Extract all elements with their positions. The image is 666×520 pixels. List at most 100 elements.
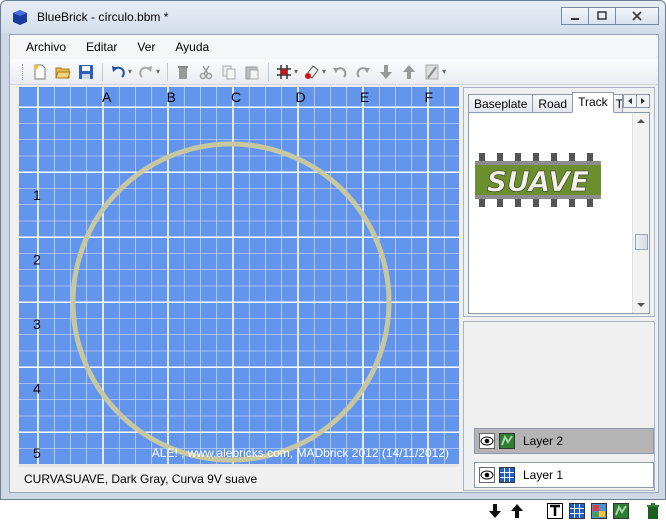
menu-archivo[interactable]: Archivo	[26, 40, 66, 54]
minimize-button[interactable]	[561, 7, 589, 25]
snap-grid-dropdown[interactable]: ▾	[294, 67, 298, 76]
new-button[interactable]	[31, 63, 49, 81]
map-canvas[interactable]: A B C D E F 1 2 3 4 5 ALE! , www.alebricks.com, M…	[19, 87, 459, 464]
bluebrick-app-icon	[13, 10, 27, 25]
client-area: Archivo Editar Ver Ayuda ▾ ▾ ▾ ▾ ▾ A B C…	[9, 34, 659, 519]
save-button[interactable]	[77, 63, 95, 81]
column-label-e: E	[360, 89, 369, 105]
snap-grid-button[interactable]	[275, 63, 293, 81]
paint-dropdown[interactable]: ▾	[322, 67, 326, 76]
toolbar-grip[interactable]	[22, 63, 25, 80]
rotate-left-icon	[333, 66, 347, 78]
triangle-left-icon	[628, 98, 632, 104]
menu-ver[interactable]: Ver	[137, 40, 155, 54]
status-text: CURVASUAVE, Dark Gray, Curva 9V suave	[24, 472, 258, 486]
add-area-layer-button[interactable]	[612, 502, 630, 520]
snap-grid-icon	[277, 64, 292, 79]
delete-icon	[178, 65, 189, 79]
send-back-button[interactable]	[377, 63, 395, 81]
map-view[interactable]: A B C D E F 1 2 3 4 5 ALE! , www.alebricks.com, M…	[19, 87, 459, 464]
cut-button[interactable]	[197, 63, 215, 81]
scroll-thumb[interactable]	[635, 234, 648, 250]
copy-button[interactable]	[220, 63, 238, 81]
eye-icon[interactable]	[479, 433, 495, 449]
cut-icon	[199, 65, 213, 79]
bring-front-button[interactable]	[400, 63, 418, 81]
triangle-up-icon	[637, 119, 645, 123]
redo-dropdown[interactable]: ▾	[156, 67, 160, 76]
minimize-icon	[571, 18, 579, 20]
paint-icon	[305, 64, 319, 79]
arrow-down-icon	[489, 504, 501, 518]
open-folder-icon	[55, 67, 71, 78]
add-text-layer-button[interactable]	[546, 502, 564, 520]
copy-icon	[222, 65, 236, 79]
undo-icon	[112, 65, 125, 78]
title-bar[interactable]: BlueBrick - círculo.bbm *	[1, 1, 665, 33]
arrow-up-icon	[511, 504, 523, 518]
send-back-icon	[380, 64, 393, 79]
tab-scroll-left[interactable]	[623, 94, 637, 108]
add-brick-layer-button[interactable]	[590, 502, 608, 520]
paste-button[interactable]	[243, 63, 261, 81]
layer-name: Layer 1	[523, 468, 564, 482]
rotate-right-button[interactable]	[354, 63, 372, 81]
redo-button[interactable]	[137, 63, 155, 81]
layer-row-2[interactable]: Layer 2	[474, 428, 654, 454]
column-label-a: A	[102, 89, 112, 105]
window-title: BlueBrick - círculo.bbm *	[37, 10, 169, 24]
grid-layer-icon	[499, 467, 515, 483]
layer-row-1[interactable]: Layer 1	[474, 462, 654, 488]
menu-editar[interactable]: Editar	[86, 40, 117, 54]
paste-icon	[245, 66, 259, 79]
maximize-button[interactable]	[588, 7, 616, 25]
menu-bar: Archivo Editar Ver Ayuda	[10, 35, 658, 59]
ruler-button[interactable]	[423, 63, 441, 81]
layer-move-up-button[interactable]	[508, 502, 526, 520]
toolbar-separator	[167, 62, 169, 81]
tab-truncated[interactable]: T	[612, 94, 623, 112]
row-label-2: 2	[33, 252, 41, 268]
undo-dropdown[interactable]: ▾	[128, 67, 132, 76]
maximize-icon	[597, 11, 607, 20]
bring-front-icon	[403, 64, 416, 79]
layer-name: Layer 2	[523, 434, 564, 448]
open-button[interactable]	[54, 63, 72, 81]
trash-icon	[647, 503, 659, 519]
column-label-f: F	[425, 89, 434, 105]
ruler-dropdown[interactable]: ▾	[442, 67, 446, 76]
new-file-icon	[33, 64, 46, 79]
rotate-left-button[interactable]	[331, 63, 349, 81]
delete-button[interactable]	[174, 63, 192, 81]
delete-layer-button[interactable]	[644, 502, 662, 520]
scroll-down-arrow[interactable]	[633, 297, 649, 313]
grid-layer-icon	[569, 503, 585, 519]
eye-icon[interactable]	[479, 467, 495, 483]
triangle-right-icon	[641, 98, 645, 104]
toolbar-separator	[268, 62, 270, 81]
close-button[interactable]	[615, 7, 659, 25]
save-icon	[79, 64, 93, 79]
undo-button[interactable]	[109, 63, 127, 81]
row-label-3: 3	[33, 316, 41, 332]
tab-scroll-arrows	[623, 94, 650, 108]
tab-scroll-right[interactable]	[636, 94, 650, 108]
menu-ayuda[interactable]: Ayuda	[175, 40, 209, 54]
layer-move-down-button[interactable]	[486, 502, 504, 520]
row-label-5: 5	[33, 445, 41, 461]
scroll-up-arrow[interactable]	[633, 113, 649, 129]
part-label: SUAVE	[487, 165, 589, 198]
part-library-tabs: Baseplate Road Track T	[468, 92, 623, 113]
area-layer-icon	[499, 433, 515, 449]
rotate-right-icon	[356, 66, 371, 78]
tab-road[interactable]: Road	[532, 94, 574, 112]
paint-button[interactable]	[303, 63, 321, 81]
add-grid-layer-button[interactable]	[568, 502, 586, 520]
tab-baseplate[interactable]: Baseplate	[468, 94, 534, 112]
part-curva-suave[interactable]: SUAVE	[475, 153, 605, 207]
ruler-icon	[425, 64, 439, 79]
part-list: SUAVE	[468, 112, 650, 314]
tab-track[interactable]: Track	[572, 92, 614, 113]
area-layer-icon	[613, 503, 629, 519]
part-list-scrollbar[interactable]	[632, 113, 649, 313]
